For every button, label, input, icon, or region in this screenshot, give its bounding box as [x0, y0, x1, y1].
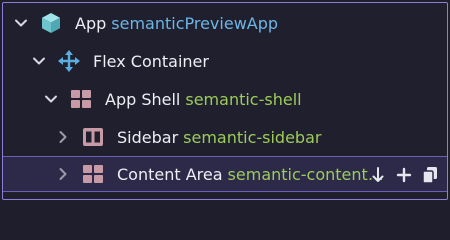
chevron-down-icon[interactable]: [31, 53, 47, 69]
tree-row-content-area[interactable]: Content Area semantic-content-area: [3, 156, 447, 192]
tree-row-app-shell[interactable]: App Shell semantic-shell: [3, 81, 447, 117]
tree-row-sidebar[interactable]: Sidebar semantic-sidebar: [3, 119, 447, 155]
semantic-id-label: semantic-sidebar: [183, 127, 322, 147]
semantic-id-label: semantic-shell: [185, 89, 302, 109]
grid-icon: [81, 162, 105, 186]
component-tree: App semanticPreviewApp Flex Container Ap…: [2, 2, 448, 200]
tree-row-label: Sidebar: [117, 127, 179, 147]
tree-row-flex-container[interactable]: Flex Container: [3, 43, 447, 79]
cube-icon: [39, 11, 63, 35]
tree-row-label: App: [75, 13, 107, 33]
tree-row-label: Content Area: [117, 164, 223, 184]
semantic-id-label: semanticPreviewApp: [111, 13, 279, 33]
chevron-right-icon[interactable]: [55, 166, 71, 182]
add-icon[interactable]: [395, 166, 413, 184]
columns-icon: [81, 125, 105, 149]
chevron-down-icon[interactable]: [13, 15, 29, 31]
chevron-down-icon[interactable]: [43, 91, 59, 107]
row-actions: [369, 157, 439, 193]
tree-row-label: App Shell: [105, 89, 181, 109]
semantic-id-label: semantic-content-area: [227, 164, 386, 184]
chevron-right-icon[interactable]: [55, 129, 71, 145]
move-arrows-icon: [57, 49, 81, 73]
tree-row-label: Flex Container: [93, 51, 209, 71]
duplicate-icon[interactable]: [421, 166, 439, 184]
grid-icon: [69, 87, 93, 111]
tree-row-app[interactable]: App semanticPreviewApp: [3, 5, 447, 41]
move-down-icon[interactable]: [369, 166, 387, 184]
